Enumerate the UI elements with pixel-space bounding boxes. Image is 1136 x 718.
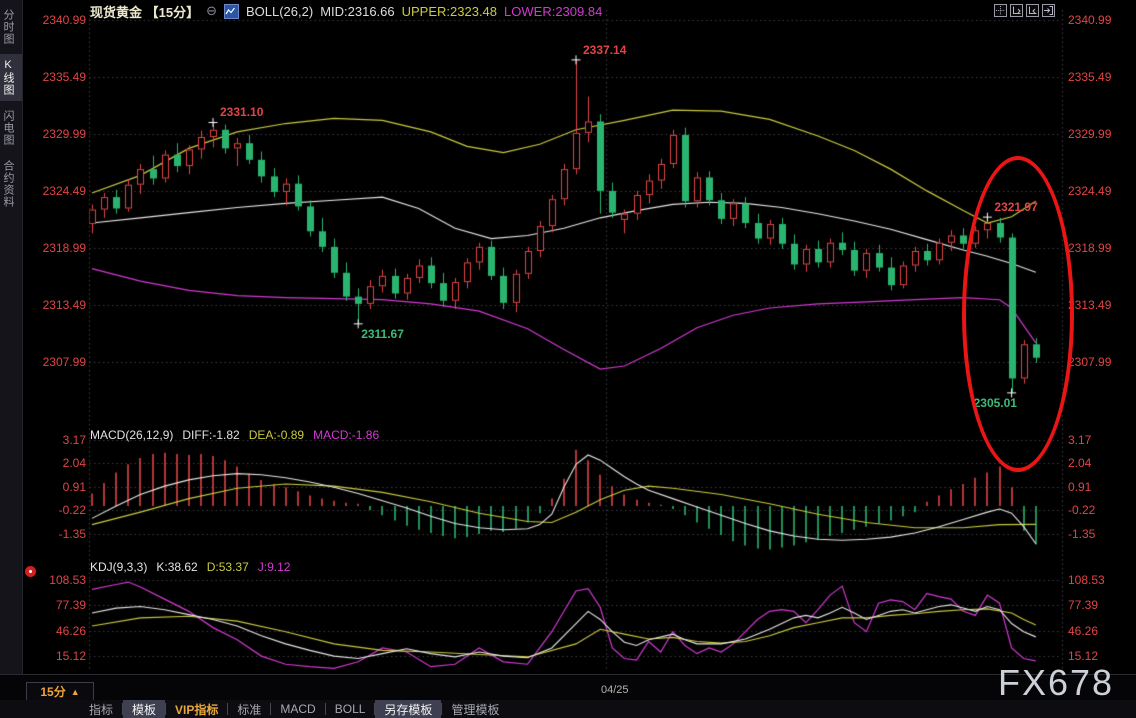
price-annotation-label: 2311.67 [361, 327, 404, 341]
menu-item-manage-templates[interactable]: 管理模板 [442, 700, 508, 718]
price-annotation-label: 2337.14 [583, 43, 626, 57]
sidebar-item-kline-chart[interactable]: K线图 [0, 54, 22, 101]
kdj-indicator-label: KDJ(9,3,3) [90, 560, 147, 574]
menu-item-save-template[interactable]: 另存模板 [375, 700, 441, 718]
sidebar-item-lightning-chart[interactable]: 闪电图 [0, 105, 22, 151]
exit-icon[interactable] [1042, 4, 1055, 17]
price-tick-label: 0.91 [1068, 480, 1134, 494]
kdj-d-value: D:53.37 [207, 560, 249, 574]
indicator-dot-icon[interactable] [25, 566, 36, 577]
kdj-j-value: J:9.12 [258, 560, 291, 574]
price-tick-label: 15.12 [1068, 649, 1134, 663]
expand-axis-icon[interactable] [1026, 4, 1039, 17]
price-tick-label: 2318.99 [1068, 241, 1134, 255]
price-tick-label: 2324.49 [24, 184, 86, 198]
price-tick-label: 46.26 [1068, 624, 1134, 638]
boll-mid-value: MID:2316.66 [320, 4, 394, 19]
macd-panel-header: MACD(26,12,9) DIFF:-1.82 DEA:-0.89 MACD:… [90, 428, 379, 442]
price-tick-label: 2307.99 [24, 355, 86, 369]
price-tick-label: 3.17 [24, 433, 86, 447]
macd-indicator-label: MACD(26,12,9) [90, 428, 173, 442]
boll-upper-value: UPPER:2323.48 [402, 4, 497, 19]
date-tick-label: 04/25 [601, 684, 629, 696]
price-tick-label: 2340.99 [1068, 13, 1134, 27]
price-tick-label: 77.39 [1068, 598, 1134, 612]
menu-item-macd[interactable]: MACD [271, 701, 324, 717]
macd-macd-value: MACD:-1.86 [313, 428, 379, 442]
sidebar-item-time-chart[interactable]: 分时图 [0, 4, 22, 50]
compress-axis-icon[interactable] [1010, 4, 1023, 17]
price-tick-label: 2329.99 [1068, 127, 1134, 141]
price-tick-label: 15.12 [24, 649, 86, 663]
instrument-title: 现货黄金 【15分】 [90, 2, 199, 21]
indicator-chart-icon[interactable] [224, 4, 239, 19]
menu-item-vip-indicators[interactable]: VIP指标 [166, 700, 227, 718]
price-tick-label: -0.22 [24, 503, 86, 517]
price-tick-label: 108.53 [1068, 573, 1134, 587]
price-tick-label: 2335.49 [24, 70, 86, 84]
menu-item-boll[interactable]: BOLL [326, 701, 375, 717]
timeframe-selector[interactable]: 15分 ▲ [26, 682, 94, 701]
price-tick-label: 0.91 [24, 480, 86, 494]
price-tick-label: 2307.99 [1068, 355, 1134, 369]
boll-indicator-label: BOLL(26,2) [246, 4, 313, 19]
menu-item-standard[interactable]: 标准 [228, 700, 270, 718]
price-tick-label: 2313.49 [1068, 298, 1134, 312]
time-axis-row: 15分 ▲ 04/25 [0, 674, 1136, 701]
left-sidebar: 分时图 K线图 闪电图 合约资料 [0, 0, 23, 680]
chart-toolbar [994, 4, 1055, 17]
price-tick-label: 3.17 [1068, 433, 1134, 447]
price-tick-label: 2313.49 [24, 298, 86, 312]
sidebar-item-contract-info[interactable]: 合约资料 [0, 155, 22, 213]
price-tick-label: -1.35 [1068, 527, 1134, 541]
price-tick-label: -0.22 [1068, 503, 1134, 517]
price-tick-label: 2324.49 [1068, 184, 1134, 198]
timeframe-label: 15分 [40, 683, 65, 700]
chart-header: 现货黄金 【15分】 ⊖ BOLL(26,2) MID:2316.66 UPPE… [90, 3, 602, 19]
price-tick-label: 2329.99 [24, 127, 86, 141]
bottom-menu-bar: 指标 模板 VIP指标 标准 MACD BOLL 另存模板 管理模板 [0, 700, 1136, 718]
price-tick-label: 77.39 [24, 598, 86, 612]
menu-item-templates[interactable]: 模板 [123, 700, 165, 718]
macd-diff-value: DIFF:-1.82 [182, 428, 239, 442]
highlight-ellipse-annotation [962, 156, 1074, 472]
price-tick-label: 2335.49 [1068, 70, 1134, 84]
kdj-k-value: K:38.62 [156, 560, 197, 574]
macd-dea-value: DEA:-0.89 [249, 428, 304, 442]
price-tick-label: 2.04 [1068, 456, 1134, 470]
menu-item-indicators[interactable]: 指标 [80, 700, 122, 718]
timeframe-arrow-icon: ▲ [71, 687, 80, 697]
price-tick-label: 46.26 [24, 624, 86, 638]
watermark: FX678 [998, 662, 1114, 704]
kdj-panel-header: KDJ(9,3,3) K:38.62 D:53.37 J:9.12 [90, 560, 290, 574]
price-tick-label: 2318.99 [24, 241, 86, 255]
price-annotation-label: 2331.10 [220, 105, 263, 119]
move-icon[interactable] [994, 4, 1007, 17]
collapse-icon[interactable]: ⊖ [206, 3, 217, 19]
price-tick-label: -1.35 [24, 527, 86, 541]
boll-lower-value: LOWER:2309.84 [504, 4, 602, 19]
chart-window: 分时图 K线图 闪电图 合约资料 现货黄金 【15分】 ⊖ BOLL(26,2)… [0, 0, 1136, 718]
price-tick-label: 2.04 [24, 456, 86, 470]
price-tick-label: 2340.99 [24, 13, 86, 27]
